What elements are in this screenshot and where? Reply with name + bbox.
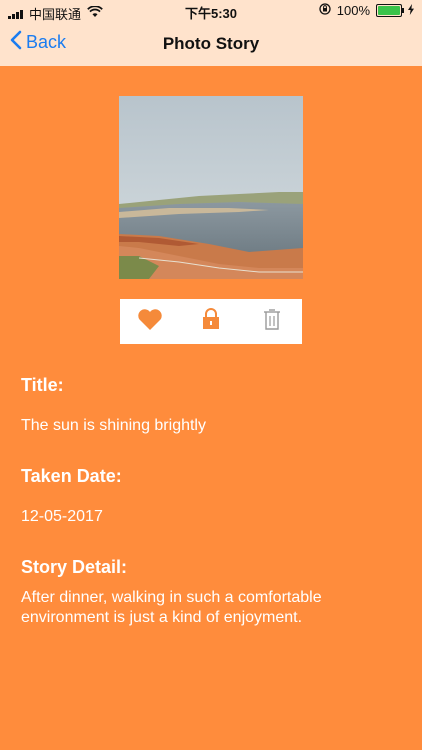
charging-icon <box>408 3 414 18</box>
story-detail-label: Story Detail: <box>21 557 128 577</box>
battery-percent: 100% <box>336 3 370 18</box>
heart-icon <box>137 307 163 336</box>
status-right: 100% <box>319 3 414 18</box>
taken-date-label: Taken Date: <box>21 466 122 486</box>
status-bar: 中国联通 下午5:30 100% <box>0 0 422 22</box>
lock-button[interactable] <box>195 306 227 338</box>
battery-icon <box>376 4 404 17</box>
navigation-bar: Back Photo Story <box>0 22 422 66</box>
page-title: Photo Story <box>162 34 260 53</box>
lock-icon <box>201 307 221 336</box>
favorite-button[interactable] <box>134 306 166 338</box>
rotation-lock-icon <box>319 3 331 18</box>
trash-icon <box>262 307 282 336</box>
delete-button[interactable] <box>256 306 288 338</box>
taken-date-value: 12-05-2017 <box>21 508 103 525</box>
story-photo <box>119 96 303 279</box>
photo-actions-bar <box>120 299 302 344</box>
story-detail-value: After dinner, walking in such a comforta… <box>21 589 322 626</box>
title-label: Title: <box>21 375 64 395</box>
title-value: The sun is shining brightly <box>21 417 206 434</box>
